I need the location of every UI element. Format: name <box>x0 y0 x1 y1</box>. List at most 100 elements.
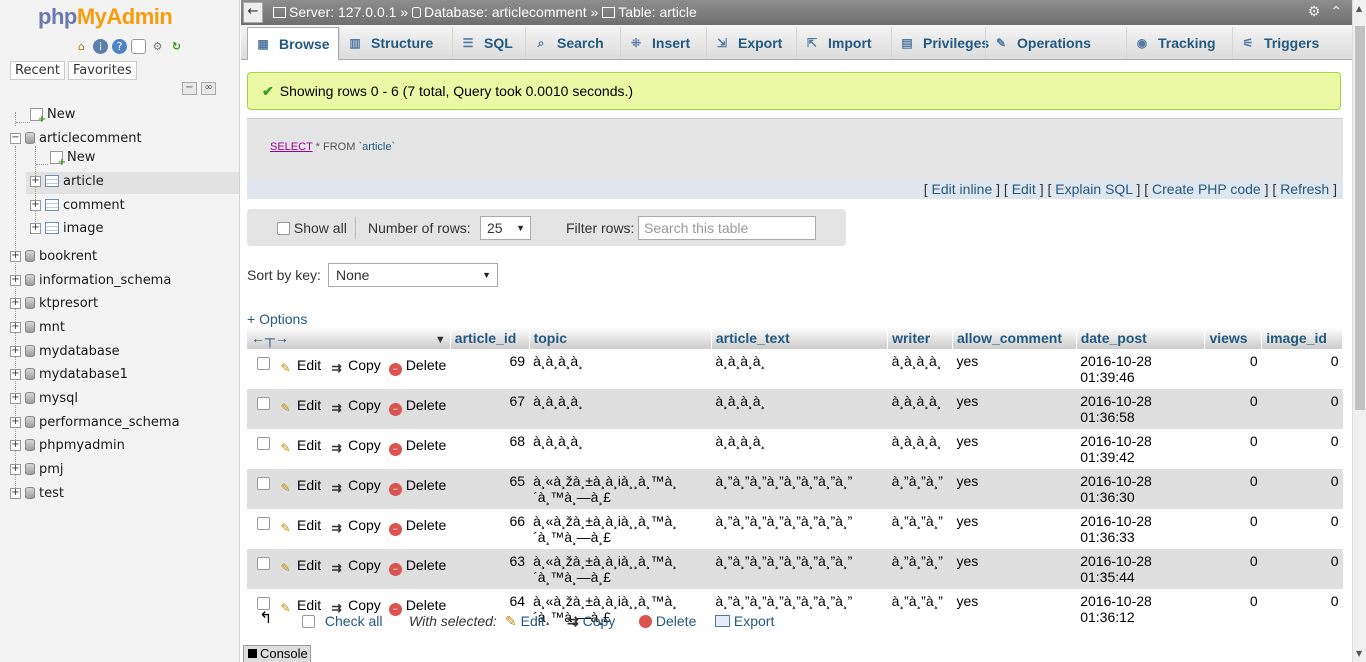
column-header-topic[interactable]: topic <box>529 327 712 349</box>
cell-article_id[interactable]: 69 <box>450 349 530 389</box>
collapse-all-icon[interactable]: − <box>182 82 197 95</box>
tree-table-article[interactable]: + article <box>30 171 104 191</box>
tree-db-item[interactable]: + phpmyadmin <box>10 435 125 455</box>
favorites-tab[interactable]: Favorites <box>67 61 137 80</box>
breadcrumb-database[interactable]: Database: articlecomment <box>424 4 587 20</box>
cell-article_text[interactable]: à¸”à¸”à¸”à¸”à¸”à¸”à¸”à¸” <box>711 469 888 509</box>
cell-article_id[interactable]: 68 <box>450 429 530 469</box>
cell-allow_comment[interactable]: yes <box>952 589 1077 629</box>
row-delete-button[interactable]: − Delete <box>388 397 446 416</box>
settings-gear-icon[interactable]: ⚙ <box>1308 4 1321 20</box>
row-checkbox[interactable] <box>257 437 270 450</box>
tab-triggers[interactable]: ⚟ Triggers <box>1232 27 1327 59</box>
cell-date_post[interactable]: 2016-10-28 01:39:46 <box>1076 349 1205 389</box>
cell-writer[interactable]: à¸à¸à¸à¸ <box>887 389 953 429</box>
sort-key-select[interactable]: None <box>328 263 498 287</box>
refresh-link[interactable]: Refresh <box>1280 181 1329 197</box>
cell-image_id[interactable]: 0 <box>1261 509 1343 549</box>
row-edit-button[interactable]: ✎ Edit <box>278 397 321 415</box>
cell-article_text[interactable]: à¸”à¸”à¸”à¸”à¸”à¸”à¸”à¸” <box>711 509 888 549</box>
tab-search[interactable]: ⌕ Search <box>525 27 612 59</box>
tab-insert[interactable]: ⁜ Insert <box>620 27 698 59</box>
row-checkbox[interactable] <box>257 517 270 530</box>
cell-views[interactable]: 0 <box>1204 469 1262 509</box>
cell-allow_comment[interactable]: yes <box>952 429 1077 469</box>
sort-dropdown-icon[interactable]: ▼ <box>435 334 446 346</box>
row-edit-button[interactable]: ✎ Edit <box>278 357 321 375</box>
tree-db-item[interactable]: + test <box>10 483 64 503</box>
row-copy-button[interactable]: ⇉ Copy <box>329 517 381 535</box>
cell-article_id[interactable]: 66 <box>450 509 530 549</box>
tab-structure[interactable]: ▥ Structure <box>339 27 441 59</box>
cell-article_id[interactable]: 67 <box>450 389 530 429</box>
column-header-allow_comment[interactable]: allow_comment <box>952 327 1077 349</box>
expand-icon[interactable]: + <box>30 199 41 211</box>
cell-topic[interactable]: à¸«à¸žà¸±à¸à¸ià¸¸à¸™à¸ ´à¸™à¸—à¸£ <box>529 509 712 549</box>
cell-date_post[interactable]: 2016-10-28 01:36:30 <box>1076 469 1205 509</box>
scroll-down-icon[interactable]: ▼ <box>1356 649 1362 658</box>
bulk-export-button[interactable]: Export <box>715 613 774 629</box>
cell-date_post[interactable]: 2016-10-28 01:36:12 <box>1076 589 1205 629</box>
bulk-edit-button[interactable]: ✎ Edit <box>505 613 545 630</box>
cell-writer[interactable]: à¸à¸à¸à¸ <box>887 429 953 469</box>
row-delete-button[interactable]: − Delete <box>388 477 446 496</box>
vertical-scrollbar[interactable]: ▲ ▼ <box>1352 0 1366 662</box>
tree-db-item[interactable]: + pmj <box>10 459 64 479</box>
page-icon[interactable] <box>131 39 146 54</box>
options-toggle[interactable]: + Options <box>247 311 307 327</box>
check-all-control[interactable]: Check all <box>302 613 382 629</box>
row-checkbox[interactable] <box>257 397 270 410</box>
column-header-writer[interactable]: writer <box>887 327 953 349</box>
row-copy-button[interactable]: ⇉ Copy <box>329 357 381 375</box>
row-checkbox[interactable] <box>257 557 270 570</box>
row-copy-button[interactable]: ⇉ Copy <box>329 437 381 455</box>
expand-icon[interactable]: + <box>10 416 21 428</box>
show-all-checkbox[interactable] <box>277 222 290 235</box>
tree-db-item[interactable]: + mnt <box>10 317 65 337</box>
console-tab[interactable]: Console <box>243 645 311 662</box>
tree-db-item[interactable]: + mysql <box>10 388 78 408</box>
cell-image_id[interactable]: 0 <box>1261 429 1343 469</box>
bulk-copy-button[interactable]: ⇉ Copy <box>567 613 615 630</box>
cell-allow_comment[interactable]: yes <box>952 389 1077 429</box>
tab-browse[interactable]: ▦ Browse <box>247 27 339 60</box>
cell-writer[interactable]: à¸”à¸”à¸” <box>887 509 953 549</box>
cell-topic[interactable]: à¸«à¸žà¸±à¸à¸ià¸¸à¸™à¸ ´à¸™à¸—à¸£ <box>529 549 712 589</box>
row-copy-button[interactable]: ⇉ Copy <box>329 397 381 415</box>
expand-icon[interactable]: + <box>10 250 21 262</box>
column-arrows-icon[interactable]: ←┬→ <box>251 330 289 346</box>
create-php-link[interactable]: Create PHP code <box>1152 181 1261 197</box>
tree-db-articlecomment[interactable]: − articlecomment <box>10 128 142 148</box>
expand-icon[interactable]: + <box>10 439 21 451</box>
bulk-delete-button[interactable]: Delete <box>639 613 696 629</box>
tab-export[interactable]: ⇲ Export <box>706 27 790 59</box>
docs-icon[interactable]: ? <box>112 39 127 54</box>
row-edit-button[interactable]: ✎ Edit <box>278 517 321 535</box>
cell-image_id[interactable]: 0 <box>1261 549 1343 589</box>
cell-topic[interactable]: à¸«à¸žà¸±à¸à¸ià¸¸à¸™à¸ ´à¸™à¸—à¸£ <box>529 469 712 509</box>
show-all-control[interactable]: Show all <box>277 220 347 236</box>
row-delete-button[interactable]: − Delete <box>388 517 446 536</box>
cell-date_post[interactable]: 2016-10-28 01:36:58 <box>1076 389 1205 429</box>
row-checkbox[interactable] <box>257 357 270 370</box>
tab-tracking[interactable]: ◉ Tracking <box>1126 27 1224 59</box>
cell-image_id[interactable]: 0 <box>1261 389 1343 429</box>
collapse-icon[interactable]: − <box>10 132 21 144</box>
expand-icon[interactable]: + <box>10 487 21 499</box>
row-edit-button[interactable]: ✎ Edit <box>278 557 321 575</box>
column-header-views[interactable]: views <box>1204 327 1263 349</box>
tree-db-item[interactable]: + information_schema <box>10 270 171 290</box>
rows-select[interactable]: 25 <box>480 216 531 240</box>
cell-writer[interactable]: à¸à¸à¸à¸ <box>887 349 953 389</box>
cell-allow_comment[interactable]: yes <box>952 469 1077 509</box>
tree-db-item[interactable]: + mydatabase <box>10 341 120 361</box>
back-arrow-icon[interactable]: ← <box>243 2 263 23</box>
sql-select-keyword[interactable]: SELECT <box>270 141 313 153</box>
cell-date_post[interactable]: 2016-10-28 01:35:44 <box>1076 549 1205 589</box>
reload-icon[interactable]: ↻ <box>169 39 184 54</box>
cell-topic[interactable]: à¸à¸à¸à¸ <box>529 349 712 389</box>
tree-db-item[interactable]: + performance_schema <box>10 412 180 432</box>
cell-article_id[interactable]: 63 <box>450 549 530 589</box>
scrollbar-thumb[interactable] <box>1355 26 1365 410</box>
row-edit-button[interactable]: ✎ Edit <box>278 437 321 455</box>
